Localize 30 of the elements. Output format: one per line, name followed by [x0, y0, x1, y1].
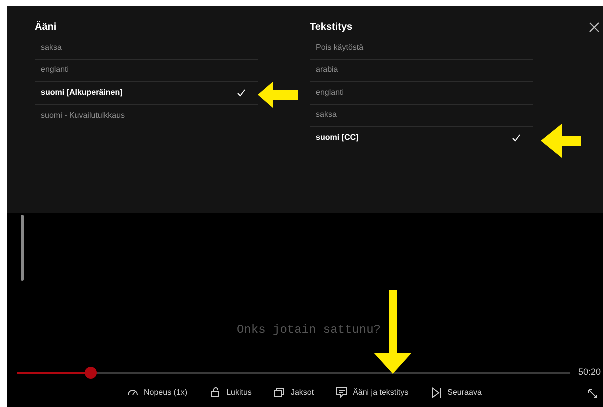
fullscreen-icon[interactable]	[588, 389, 598, 399]
player-control[interactable]: Lukitus	[210, 387, 252, 399]
close-button[interactable]	[587, 20, 601, 34]
scroll-bar	[21, 215, 24, 281]
section-title: Tekstitys	[310, 21, 354, 35]
checkmark-icon	[237, 88, 246, 97]
track-option[interactable]: Pois käytöstä	[310, 37, 533, 60]
track-option[interactable]: englanti	[310, 82, 533, 104]
player-control[interactable]: Jaksot	[274, 387, 314, 399]
track-option[interactable]: suomi [CC]	[310, 127, 533, 150]
stacked-windows-icon	[274, 387, 286, 399]
track-option[interactable]: englanti	[35, 60, 258, 82]
skip-next-icon	[430, 387, 443, 399]
checkmark-icon	[512, 134, 521, 142]
padlock-icon	[210, 387, 222, 399]
player-control[interactable]: Nopeus (1x)	[127, 387, 188, 399]
speech-bubble-icon	[336, 387, 348, 399]
track-option[interactable]: arabia	[310, 60, 533, 82]
time-remaining: 50:20	[578, 366, 601, 380]
player-control[interactable]: Seuraava	[430, 387, 482, 399]
track-option[interactable]: suomi [Alkuperäinen]	[35, 82, 258, 104]
track-option[interactable]: suomi - Kuvailutulkkaus	[35, 104, 258, 127]
pointer-arrow	[541, 124, 581, 158]
player-control[interactable]: Ääni ja tekstitys	[336, 387, 409, 399]
section-title: Ääni	[35, 20, 58, 35]
track-option[interactable]: saksa	[310, 104, 533, 127]
subtitle-text: Onks jotain sattunu?	[236, 322, 382, 339]
track-option[interactable]: saksa	[35, 37, 258, 60]
pointer-arrow	[258, 82, 298, 108]
progress-thumb[interactable]	[84, 367, 97, 379]
